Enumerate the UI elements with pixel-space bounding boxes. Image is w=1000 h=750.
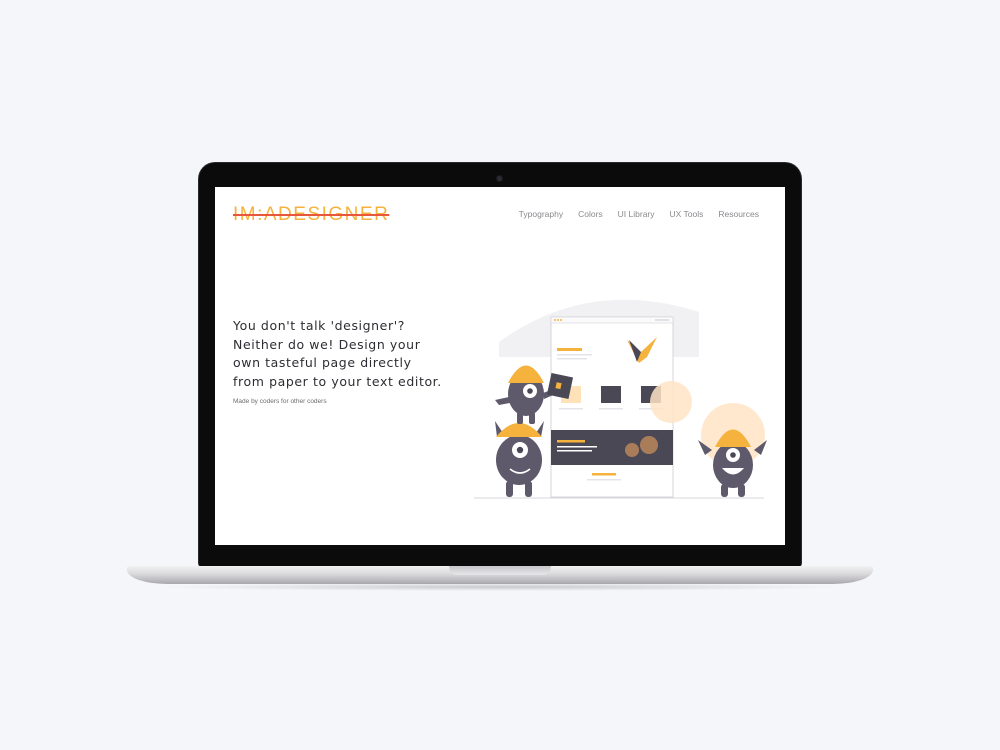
hero-headline: You don't talk 'designer'? Neither do we… [233,318,442,389]
monster-bottom [495,421,544,497]
laptop-notch [449,566,551,575]
nav-ui-library[interactable]: UI Library [618,209,655,219]
site-logo[interactable]: IM:ADESIGNER [233,204,389,226]
laptop-shadow [150,583,850,591]
laptop-screen: IM:ADESIGNER Typography Colors UI Librar… [215,187,785,545]
nav-resources[interactable]: Resources [718,209,759,219]
hero-subline: Made by coders for other coders [233,398,327,405]
nav-typography[interactable]: Typography [519,209,563,219]
nav-ux-tools[interactable]: UX Tools [670,209,704,219]
main-nav: Typography Colors UI Library UX Tools Re… [519,209,759,219]
nav-colors[interactable]: Colors [578,209,603,219]
held-card [546,372,574,400]
camera-icon [497,176,502,181]
hero-illustration [474,299,767,499]
